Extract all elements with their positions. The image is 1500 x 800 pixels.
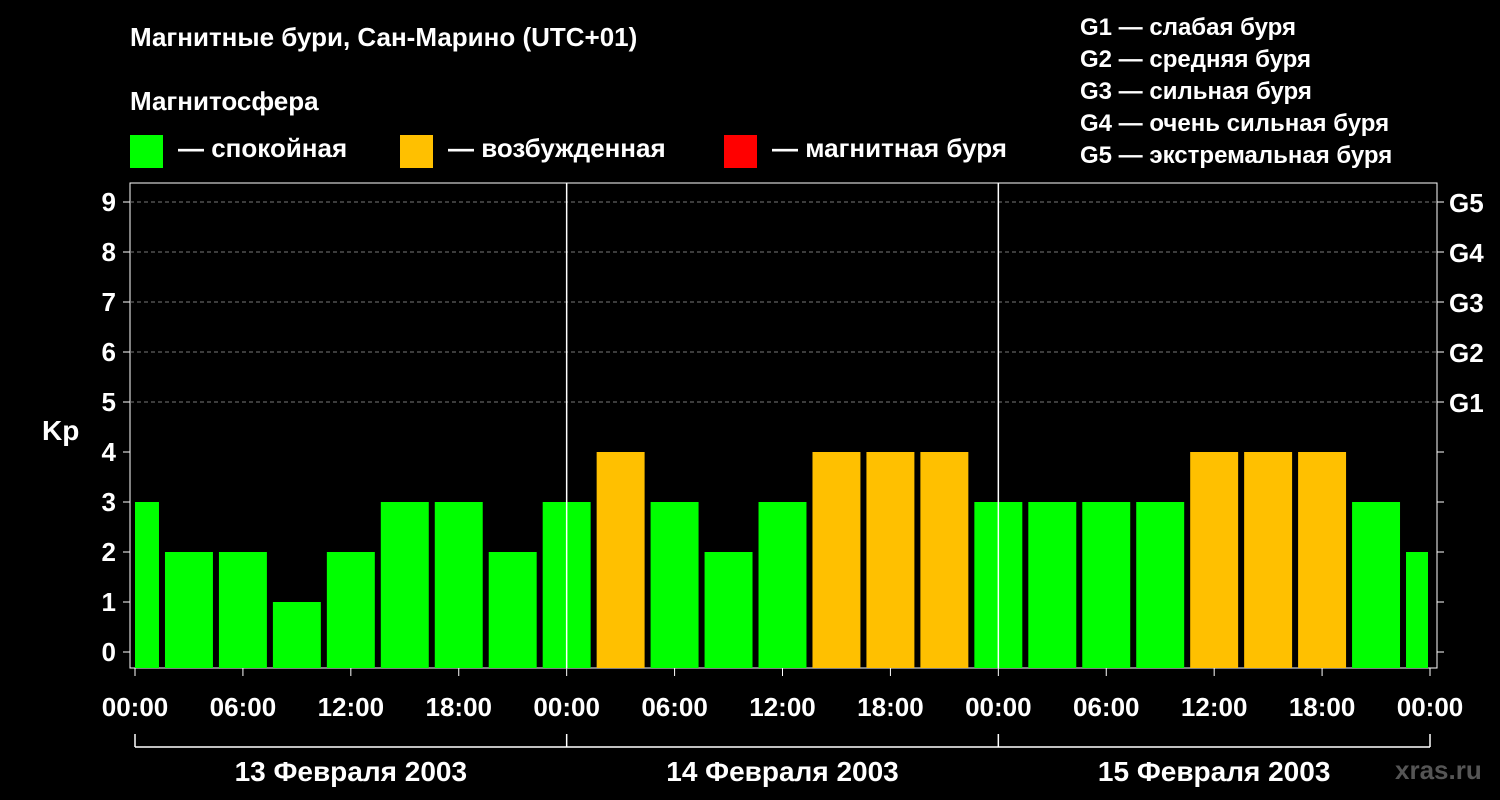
x-tick-label: 18:00 [1289,692,1356,722]
x-tick-label: 12:00 [749,692,816,722]
x-tick-label: 06:00 [1073,692,1140,722]
kp-bar [758,502,807,668]
y-tick-label: 6 [102,337,116,367]
day-label: 13 Февраля 2003 [235,756,467,787]
kp-bar [488,552,537,668]
kp-bar [1406,552,1428,668]
kp-bar [380,502,429,668]
x-tick-label: 06:00 [641,692,708,722]
kp-bar [1082,502,1131,668]
kp-bar [1298,452,1347,668]
kp-bar [218,552,267,668]
x-tick-label: 12:00 [318,692,385,722]
x-tick-label: 00:00 [1397,692,1464,722]
g-scale-label: G5 [1449,188,1484,218]
g-scale-label: G1 [1449,388,1484,418]
kp-bar [1244,452,1293,668]
day-label: 15 Февраля 2003 [1098,756,1330,787]
kp-bar [326,552,375,668]
kp-bar [866,452,915,668]
kp-bar-chart: 0 1 2 3 4 5 6 7 8 9 G1 G2 G3 G4 G5 Kp 00:00 06:00 12:00 18:… [42,182,1484,787]
kp-bar [164,552,213,668]
y-tick-label: 1 [102,587,116,617]
kp-bar [434,502,483,668]
y-tick-label: 0 [102,637,116,667]
x-tick-label: 06:00 [210,692,277,722]
x-tick-label: 00:00 [965,692,1032,722]
kp-bar [1352,502,1401,668]
x-tick-label: 12:00 [1181,692,1248,722]
y-tick-label: 9 [102,187,116,217]
kp-bar [1190,452,1239,668]
y-tick-label: 3 [102,487,116,517]
y-tick-label: 5 [102,387,116,417]
y-tick-label: 8 [102,237,116,267]
x-tick-label: 00:00 [102,692,169,722]
kp-bar [650,502,699,668]
y-tick-label: 7 [102,287,116,317]
watermark: xras.ru [1395,755,1482,785]
g-scale-label: G3 [1449,288,1484,318]
kp-bar [1136,502,1185,668]
kp-bar [920,452,969,668]
kp-bar [812,452,861,668]
x-tick-label: 18:00 [857,692,924,722]
x-tick-label: 00:00 [533,692,600,722]
day-label: 14 Февраля 2003 [666,756,898,787]
kp-bar [704,552,753,668]
kp-bar [596,452,645,668]
kp-bar [135,502,159,668]
y-tick-label: 2 [102,537,116,567]
g-scale-label: G4 [1449,238,1484,268]
kp-bar [1028,502,1077,668]
x-tick-label: 18:00 [426,692,493,722]
y-axis-label: Kp [42,415,79,446]
kp-bar [272,602,321,668]
g-scale-label: G2 [1449,338,1484,368]
y-tick-label: 4 [102,437,117,467]
